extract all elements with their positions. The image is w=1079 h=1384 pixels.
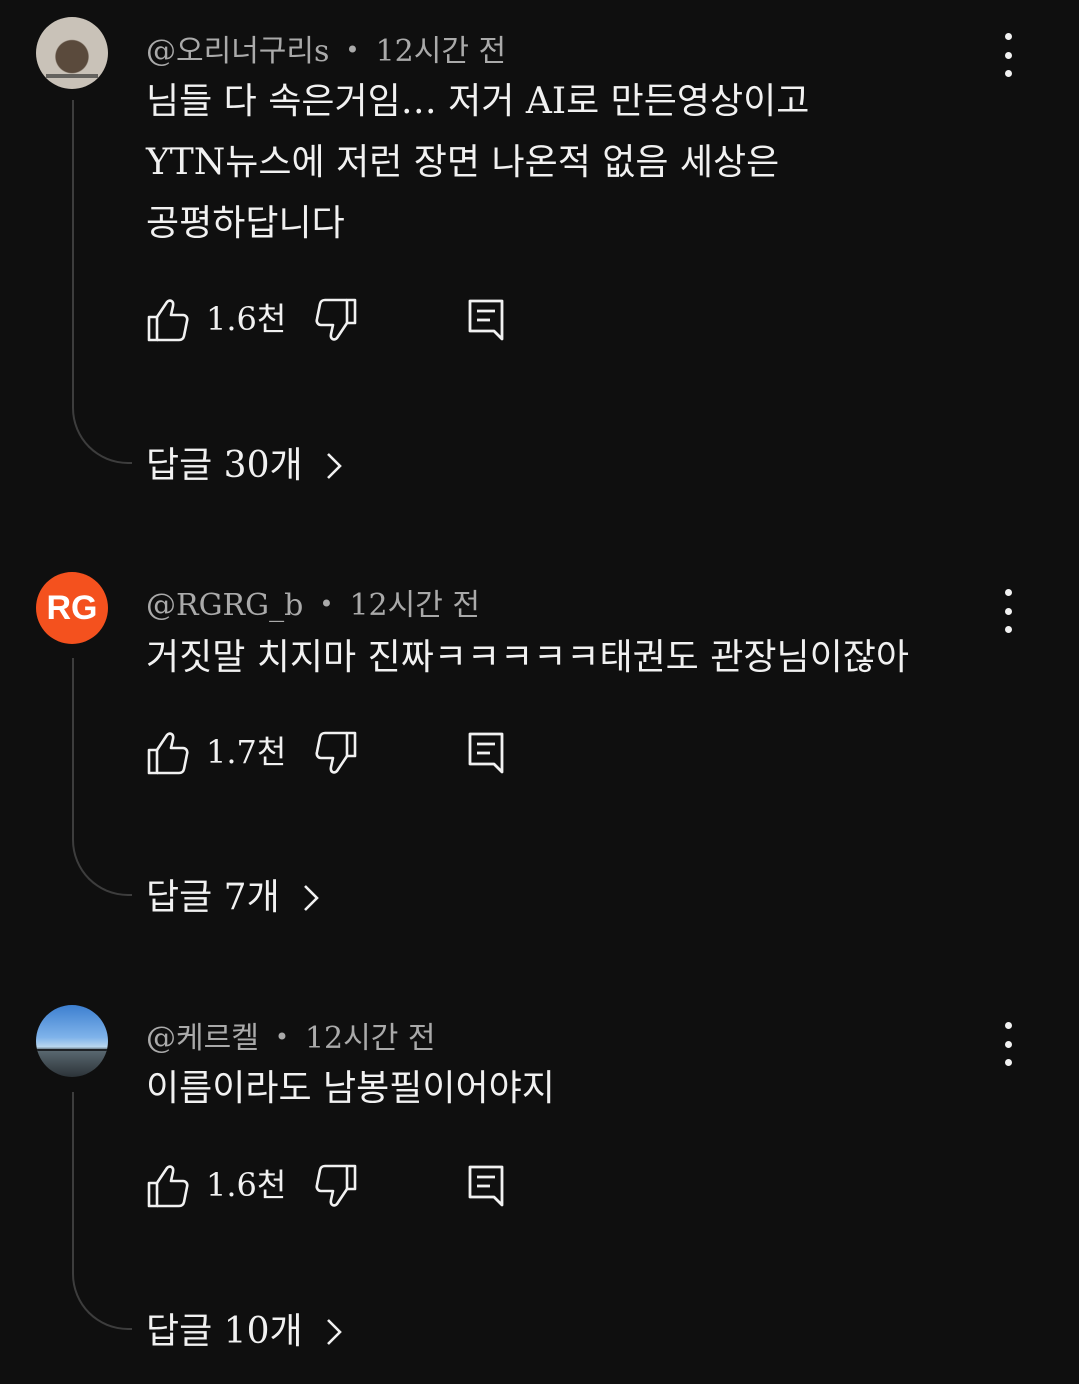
author-name[interactable]: @오리너구리s <box>146 34 329 69</box>
thumbs-up-icon[interactable] <box>146 1163 190 1209</box>
comment-meta: @오리너구리s • 12시간 전 <box>146 26 506 70</box>
comment-text-line: 이름이라도 남봉필이어야지 <box>146 1068 555 1109</box>
comment-text-line: 거짓말 치지마 진짜ㅋㅋㅋㅋㅋ태권도 관장님이잖아 <box>146 637 909 678</box>
comment-text-line: 공평하답니다 <box>146 203 345 244</box>
author-avatar[interactable] <box>36 1005 108 1077</box>
avatar-detail <box>36 1049 108 1051</box>
chevron-right-icon <box>326 453 342 479</box>
comment-item: RG @RGRG_b • 12시간 전 거짓말 치지마 진짜ㅋㅋㅋㅋㅋ태권도 관장님… <box>0 540 1079 970</box>
separator-dot: • <box>274 1023 289 1051</box>
author-avatar[interactable] <box>36 17 108 89</box>
comment-meta: @케르켈 • 12시간 전 <box>146 1013 435 1057</box>
chevron-right-icon <box>303 885 319 911</box>
comment-time: 12시간 전 <box>304 1021 436 1056</box>
like-count: 1.6천 <box>206 300 287 338</box>
thread-connector <box>72 1092 132 1330</box>
author-avatar[interactable]: RG <box>36 572 108 644</box>
thumbs-up-icon[interactable] <box>146 730 190 776</box>
comment-item: @오리너구리s • 12시간 전 님들 다 속은거임… 저거 AI로 만든영상이고 … <box>0 0 1079 540</box>
avatar-caption <box>46 74 98 78</box>
comment-actions: 1.7천 <box>146 730 526 776</box>
replies-label: 답글 30개 <box>146 445 303 486</box>
replies-label: 답글 10개 <box>146 1311 303 1352</box>
comment-actions: 1.6천 <box>146 1163 526 1209</box>
comment-time: 12시간 전 <box>349 588 480 623</box>
thread-connector <box>72 658 132 896</box>
comment-actions: 1.6천 <box>146 297 526 343</box>
like-count: 1.6천 <box>206 1166 287 1204</box>
author-name[interactable]: @케르켈 <box>146 1021 259 1056</box>
separator-dot: • <box>319 590 334 618</box>
comment-icon[interactable] <box>466 297 506 343</box>
avatar-initials: RG <box>46 588 98 627</box>
comment-meta: @RGRG_b • 12시간 전 <box>146 580 480 624</box>
view-replies-button[interactable]: 답글 7개 <box>146 876 322 920</box>
comment-icon[interactable] <box>466 730 506 776</box>
comment-time: 12시간 전 <box>375 34 507 69</box>
thumbs-down-icon[interactable] <box>314 297 358 343</box>
more-vert-icon[interactable] <box>996 1022 1020 1066</box>
thumbs-up-icon[interactable] <box>146 297 190 343</box>
more-vert-icon[interactable] <box>996 33 1020 77</box>
view-replies-button[interactable]: 답글 10개 <box>146 1310 345 1354</box>
more-vert-icon[interactable] <box>996 589 1020 633</box>
thumbs-down-icon[interactable] <box>314 730 358 776</box>
thumbs-down-icon[interactable] <box>314 1163 358 1209</box>
like-count: 1.7천 <box>206 733 287 771</box>
replies-label: 답글 7개 <box>146 877 280 918</box>
view-replies-button[interactable]: 답글 30개 <box>146 444 345 488</box>
comment-icon[interactable] <box>466 1163 506 1209</box>
author-name[interactable]: @RGRG_b <box>146 588 303 623</box>
comment-item: @케르켈 • 12시간 전 이름이라도 남봉필이어야지 1.6천 답글 10개 <box>0 970 1079 1384</box>
chevron-right-icon <box>326 1319 342 1345</box>
separator-dot: • <box>345 36 360 64</box>
thread-connector <box>72 100 132 464</box>
comment-text-line: YTN뉴스에 저런 장면 나온적 없음 세상은 <box>146 142 780 183</box>
comment-text-line: 님들 다 속은거임… 저거 AI로 만든영상이고 <box>146 81 810 122</box>
